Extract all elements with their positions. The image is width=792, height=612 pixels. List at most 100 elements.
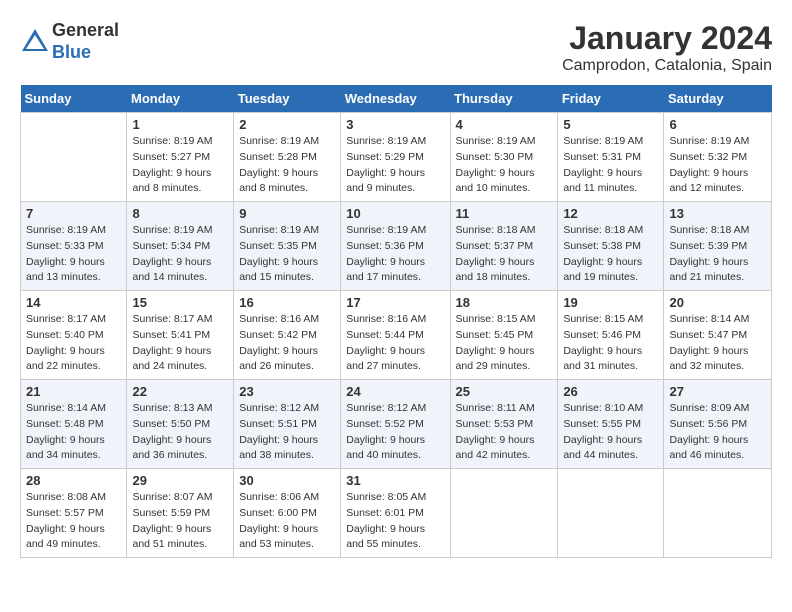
day-number: 23 <box>239 384 335 399</box>
calendar-day-cell: 7Sunrise: 8:19 AMSunset: 5:33 PMDaylight… <box>21 202 127 291</box>
day-number: 8 <box>132 206 228 221</box>
day-info: Sunrise: 8:05 AMSunset: 6:01 PMDaylight:… <box>346 490 444 553</box>
day-info: Sunrise: 8:14 AMSunset: 5:48 PMDaylight:… <box>26 401 121 464</box>
calendar-week-row: 28Sunrise: 8:08 AMSunset: 5:57 PMDayligh… <box>21 469 772 558</box>
calendar-day-cell: 26 Sunrise: 8:10 AMSunset: 5:55 PMDayligh… <box>558 380 664 469</box>
calendar-week-row: 1 Sunrise: 8:19 AMSunset: 5:27 PMDaylight… <box>21 113 772 202</box>
calendar-day-cell: 28Sunrise: 8:08 AMSunset: 5:57 PMDayligh… <box>21 469 127 558</box>
calendar-day-cell: 5Sunrise: 8:19 AMSunset: 5:31 PMDaylight… <box>558 113 664 202</box>
calendar-day-cell: 20Sunrise: 8:14 AMSunset: 5:47 PMDayligh… <box>664 291 772 380</box>
day-number: 21 <box>26 384 121 399</box>
calendar-day-cell: 2 Sunrise: 8:19 AMSunset: 5:28 PMDaylight… <box>234 113 341 202</box>
calendar-day-cell <box>21 113 127 202</box>
day-info: Sunrise: 8:19 AMSunset: 5:35 PMDaylight:… <box>239 223 335 286</box>
weekday-header-friday: Friday <box>558 85 664 113</box>
day-info: Sunrise: 8:18 AMSunset: 5:39 PMDaylight:… <box>669 223 766 286</box>
weekday-header-sunday: Sunday <box>21 85 127 113</box>
day-info: Sunrise: 8:09 AMSunset: 5:56 PMDaylight:… <box>669 401 766 464</box>
calendar-day-cell <box>558 469 664 558</box>
calendar-day-cell <box>664 469 772 558</box>
weekday-header-thursday: Thursday <box>450 85 558 113</box>
day-number: 14 <box>26 295 121 310</box>
day-info: Sunrise: 8:07 AMSunset: 5:59 PMDaylight:… <box>132 490 228 553</box>
calendar-week-row: 7Sunrise: 8:19 AMSunset: 5:33 PMDaylight… <box>21 202 772 291</box>
calendar-day-cell: 17 Sunrise: 8:16 AMSunset: 5:44 PMDayligh… <box>341 291 450 380</box>
day-number: 4 <box>456 117 553 132</box>
calendar-day-cell: 1 Sunrise: 8:19 AMSunset: 5:27 PMDaylight… <box>127 113 234 202</box>
calendar-day-cell: 31 Sunrise: 8:05 AMSunset: 6:01 PMDayligh… <box>341 469 450 558</box>
day-info: Sunrise: 8:19 AMSunset: 5:36 PMDaylight:… <box>346 223 444 286</box>
logo-icon <box>20 27 50 57</box>
day-number: 7 <box>26 206 121 221</box>
logo-blue-text: Blue <box>52 42 119 64</box>
day-number: 30 <box>239 473 335 488</box>
calendar-day-cell: 22 Sunrise: 8:13 AMSunset: 5:50 PMDayligh… <box>127 380 234 469</box>
day-number: 11 <box>456 206 553 221</box>
weekday-header-wednesday: Wednesday <box>341 85 450 113</box>
day-info: Sunrise: 8:17 AMSunset: 5:40 PMDaylight:… <box>26 312 121 375</box>
day-info: Sunrise: 8:16 AMSunset: 5:44 PMDaylight:… <box>346 312 444 375</box>
logo-general-text: General <box>52 20 119 42</box>
day-number: 13 <box>669 206 766 221</box>
day-info: Sunrise: 8:14 AMSunset: 5:47 PMDaylight:… <box>669 312 766 375</box>
day-number: 6 <box>669 117 766 132</box>
day-number: 22 <box>132 384 228 399</box>
day-number: 12 <box>563 206 658 221</box>
calendar-day-cell: 15Sunrise: 8:17 AMSunset: 5:41 PMDayligh… <box>127 291 234 380</box>
month-title: January 2024 <box>562 20 772 57</box>
calendar-day-cell: 23Sunrise: 8:12 AMSunset: 5:51 PMDayligh… <box>234 380 341 469</box>
day-info: Sunrise: 8:18 AMSunset: 5:38 PMDaylight:… <box>563 223 658 286</box>
day-info: Sunrise: 8:19 AMSunset: 5:27 PMDaylight:… <box>132 134 228 197</box>
day-info: Sunrise: 8:10 AMSunset: 5:55 PMDaylight:… <box>563 401 658 464</box>
calendar-day-cell: 10 Sunrise: 8:19 AMSunset: 5:36 PMDayligh… <box>341 202 450 291</box>
day-number: 26 <box>563 384 658 399</box>
day-number: 2 <box>239 117 335 132</box>
calendar-day-cell: 8Sunrise: 8:19 AMSunset: 5:34 PMDaylight… <box>127 202 234 291</box>
day-number: 9 <box>239 206 335 221</box>
calendar-day-cell: 29Sunrise: 8:07 AMSunset: 5:59 PMDayligh… <box>127 469 234 558</box>
day-info: Sunrise: 8:12 AMSunset: 5:52 PMDaylight:… <box>346 401 444 464</box>
day-info: Sunrise: 8:15 AMSunset: 5:46 PMDaylight:… <box>563 312 658 375</box>
calendar-day-cell: 12 Sunrise: 8:18 AMSunset: 5:38 PMDayligh… <box>558 202 664 291</box>
weekday-header-monday: Monday <box>127 85 234 113</box>
day-info: Sunrise: 8:19 AMSunset: 5:28 PMDaylight:… <box>239 134 335 197</box>
calendar-day-cell: 6 Sunrise: 8:19 AMSunset: 5:32 PMDaylight… <box>664 113 772 202</box>
day-number: 1 <box>132 117 228 132</box>
day-info: Sunrise: 8:11 AMSunset: 5:53 PMDaylight:… <box>456 401 553 464</box>
day-number: 25 <box>456 384 553 399</box>
calendar-day-cell: 19 Sunrise: 8:15 AMSunset: 5:46 PMDayligh… <box>558 291 664 380</box>
title-block: January 2024 Camprodon, Catalonia, Spain <box>562 20 772 75</box>
day-info: Sunrise: 8:19 AMSunset: 5:31 PMDaylight:… <box>563 134 658 197</box>
calendar-day-cell: 3Sunrise: 8:19 AMSunset: 5:29 PMDaylight… <box>341 113 450 202</box>
day-number: 3 <box>346 117 444 132</box>
calendar-day-cell: 9 Sunrise: 8:19 AMSunset: 5:35 PMDaylight… <box>234 202 341 291</box>
day-number: 17 <box>346 295 444 310</box>
day-info: Sunrise: 8:19 AMSunset: 5:32 PMDaylight:… <box>669 134 766 197</box>
calendar-header-row: SundayMondayTuesdayWednesdayThursdayFrid… <box>21 85 772 113</box>
day-info: Sunrise: 8:19 AMSunset: 5:30 PMDaylight:… <box>456 134 553 197</box>
day-number: 18 <box>456 295 553 310</box>
day-info: Sunrise: 8:06 AMSunset: 6:00 PMDaylight:… <box>239 490 335 553</box>
calendar-week-row: 14 Sunrise: 8:17 AMSunset: 5:40 PMDayligh… <box>21 291 772 380</box>
calendar-day-cell: 25 Sunrise: 8:11 AMSunset: 5:53 PMDayligh… <box>450 380 558 469</box>
calendar-day-cell: 18 Sunrise: 8:15 AMSunset: 5:45 PMDayligh… <box>450 291 558 380</box>
day-number: 24 <box>346 384 444 399</box>
calendar-day-cell: 14 Sunrise: 8:17 AMSunset: 5:40 PMDayligh… <box>21 291 127 380</box>
day-info: Sunrise: 8:08 AMSunset: 5:57 PMDaylight:… <box>26 490 121 553</box>
day-info: Sunrise: 8:13 AMSunset: 5:50 PMDaylight:… <box>132 401 228 464</box>
calendar-day-cell: 13 Sunrise: 8:18 AMSunset: 5:39 PMDayligh… <box>664 202 772 291</box>
day-number: 27 <box>669 384 766 399</box>
calendar-table: SundayMondayTuesdayWednesdayThursdayFrid… <box>20 85 772 558</box>
calendar-day-cell: 16Sunrise: 8:16 AMSunset: 5:42 PMDayligh… <box>234 291 341 380</box>
weekday-header-tuesday: Tuesday <box>234 85 341 113</box>
day-info: Sunrise: 8:15 AMSunset: 5:45 PMDaylight:… <box>456 312 553 375</box>
day-number: 10 <box>346 206 444 221</box>
calendar-day-cell: 24 Sunrise: 8:12 AMSunset: 5:52 PMDayligh… <box>341 380 450 469</box>
day-number: 19 <box>563 295 658 310</box>
location-text: Camprodon, Catalonia, Spain <box>562 57 772 75</box>
day-number: 31 <box>346 473 444 488</box>
calendar-day-cell: 27 Sunrise: 8:09 AMSunset: 5:56 PMDayligh… <box>664 380 772 469</box>
day-info: Sunrise: 8:18 AMSunset: 5:37 PMDaylight:… <box>456 223 553 286</box>
calendar-day-cell: 11 Sunrise: 8:18 AMSunset: 5:37 PMDayligh… <box>450 202 558 291</box>
day-number: 15 <box>132 295 228 310</box>
